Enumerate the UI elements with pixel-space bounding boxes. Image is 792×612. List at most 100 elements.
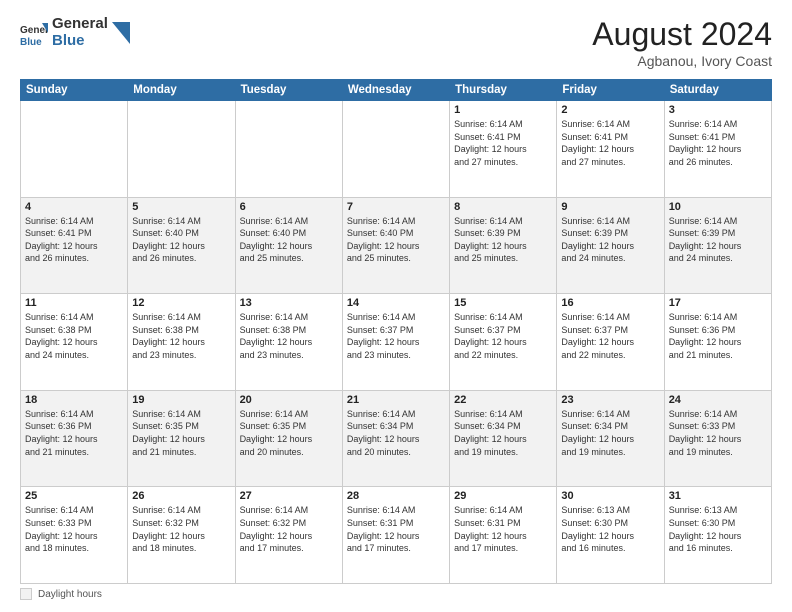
day-info: Sunrise: 6:14 AM Sunset: 6:41 PM Dayligh… [454, 118, 552, 168]
day-number: 5 [132, 201, 230, 213]
calendar-cell: 17Sunrise: 6:14 AM Sunset: 6:36 PM Dayli… [664, 294, 771, 391]
calendar-cell: 11Sunrise: 6:14 AM Sunset: 6:38 PM Dayli… [21, 294, 128, 391]
day-info: Sunrise: 6:14 AM Sunset: 6:39 PM Dayligh… [454, 215, 552, 265]
day-info: Sunrise: 6:14 AM Sunset: 6:38 PM Dayligh… [25, 311, 123, 361]
calendar-cell: 4Sunrise: 6:14 AM Sunset: 6:41 PM Daylig… [21, 197, 128, 294]
logo-icon: General Blue [20, 19, 48, 47]
title-block: August 2024 Agbanou, Ivory Coast [592, 16, 772, 69]
calendar-cell: 28Sunrise: 6:14 AM Sunset: 6:31 PM Dayli… [342, 487, 449, 584]
day-number: 20 [240, 394, 338, 406]
month-title: August 2024 [592, 16, 772, 53]
day-number: 27 [240, 490, 338, 502]
calendar-cell: 16Sunrise: 6:14 AM Sunset: 6:37 PM Dayli… [557, 294, 664, 391]
day-number: 29 [454, 490, 552, 502]
day-number: 18 [25, 394, 123, 406]
day-info: Sunrise: 6:13 AM Sunset: 6:30 PM Dayligh… [669, 504, 767, 554]
calendar-cell: 26Sunrise: 6:14 AM Sunset: 6:32 PM Dayli… [128, 487, 235, 584]
day-info: Sunrise: 6:14 AM Sunset: 6:40 PM Dayligh… [132, 215, 230, 265]
calendar-cell: 2 Sunrise: 6:14 AM Sunset: 6:41 PM Daylig… [557, 101, 664, 198]
calendar-cell [342, 101, 449, 198]
day-info: Sunrise: 6:14 AM Sunset: 6:37 PM Dayligh… [561, 311, 659, 361]
day-info: Sunrise: 6:14 AM Sunset: 6:38 PM Dayligh… [240, 311, 338, 361]
day-info: Sunrise: 6:14 AM Sunset: 6:34 PM Dayligh… [347, 408, 445, 458]
day-number: 17 [669, 297, 767, 309]
day-info: Sunrise: 6:14 AM Sunset: 6:41 PM Dayligh… [669, 118, 767, 168]
calendar-cell: 9 Sunrise: 6:14 AM Sunset: 6:39 PM Daylig… [557, 197, 664, 294]
calendar-cell: 7Sunrise: 6:14 AM Sunset: 6:40 PM Daylig… [342, 197, 449, 294]
calendar-week-row: 25 Sunrise: 6:14 AM Sunset: 6:33 PM Dayli… [21, 487, 772, 584]
col-friday: Friday [557, 80, 664, 101]
day-number: 12 [132, 297, 230, 309]
calendar-table: Sunday Monday Tuesday Wednesday Thursday… [20, 79, 772, 584]
calendar-cell: 24 Sunrise: 6:14 AM Sunset: 6:33 PM Dayli… [664, 390, 771, 487]
day-number: 21 [347, 394, 445, 406]
day-info: Sunrise: 6:14 AM Sunset: 6:31 PM Dayligh… [454, 504, 552, 554]
day-info: Sunrise: 6:14 AM Sunset: 6:37 PM Dayligh… [347, 311, 445, 361]
day-info: Sunrise: 6:14 AM Sunset: 6:39 PM Dayligh… [669, 215, 767, 265]
day-number: 26 [132, 490, 230, 502]
legend: Daylight hours [20, 588, 772, 600]
day-info: Sunrise: 6:14 AM Sunset: 6:41 PM Dayligh… [25, 215, 123, 265]
day-info: Sunrise: 6:14 AM Sunset: 6:41 PM Dayligh… [561, 118, 659, 168]
day-info: Sunrise: 6:14 AM Sunset: 6:40 PM Dayligh… [240, 215, 338, 265]
day-info: Sunrise: 6:14 AM Sunset: 6:40 PM Dayligh… [347, 215, 445, 265]
day-info: Sunrise: 6:14 AM Sunset: 6:38 PM Dayligh… [132, 311, 230, 361]
day-info: Sunrise: 6:14 AM Sunset: 6:37 PM Dayligh… [454, 311, 552, 361]
day-info: Sunrise: 6:14 AM Sunset: 6:32 PM Dayligh… [240, 504, 338, 554]
logo-general: General [52, 16, 108, 33]
day-info: Sunrise: 6:14 AM Sunset: 6:36 PM Dayligh… [25, 408, 123, 458]
calendar-cell: 21 Sunrise: 6:14 AM Sunset: 6:34 PM Dayli… [342, 390, 449, 487]
calendar-cell: 12 Sunrise: 6:14 AM Sunset: 6:38 PM Dayli… [128, 294, 235, 391]
day-number: 23 [561, 394, 659, 406]
calendar-cell: 5 Sunrise: 6:14 AM Sunset: 6:40 PM Daylig… [128, 197, 235, 294]
day-number: 31 [669, 490, 767, 502]
col-tuesday: Tuesday [235, 80, 342, 101]
calendar-cell: 15 Sunrise: 6:14 AM Sunset: 6:37 PM Dayli… [450, 294, 557, 391]
day-number: 25 [25, 490, 123, 502]
calendar-cell: 22Sunrise: 6:14 AM Sunset: 6:34 PM Dayli… [450, 390, 557, 487]
day-number: 19 [132, 394, 230, 406]
day-number: 9 [561, 201, 659, 213]
day-info: Sunrise: 6:14 AM Sunset: 6:33 PM Dayligh… [25, 504, 123, 554]
calendar-cell: 14 Sunrise: 6:14 AM Sunset: 6:37 PM Dayli… [342, 294, 449, 391]
calendar-cell: 6Sunrise: 6:14 AM Sunset: 6:40 PM Daylig… [235, 197, 342, 294]
logo-triangle-icon [112, 22, 130, 44]
calendar-cell: 19 Sunrise: 6:14 AM Sunset: 6:35 PM Dayli… [128, 390, 235, 487]
day-info: Sunrise: 6:14 AM Sunset: 6:33 PM Dayligh… [669, 408, 767, 458]
col-thursday: Thursday [450, 80, 557, 101]
day-number: 22 [454, 394, 552, 406]
day-info: Sunrise: 6:14 AM Sunset: 6:34 PM Dayligh… [561, 408, 659, 458]
calendar-week-row: 4Sunrise: 6:14 AM Sunset: 6:41 PM Daylig… [21, 197, 772, 294]
calendar-cell [128, 101, 235, 198]
day-number: 15 [454, 297, 552, 309]
calendar-cell: 10Sunrise: 6:14 AM Sunset: 6:39 PM Dayli… [664, 197, 771, 294]
legend-label: Daylight hours [38, 589, 102, 600]
calendar-cell: 3Sunrise: 6:14 AM Sunset: 6:41 PM Daylig… [664, 101, 771, 198]
day-info: Sunrise: 6:14 AM Sunset: 6:35 PM Dayligh… [132, 408, 230, 458]
svg-text:General: General [20, 25, 48, 36]
day-number: 1 [454, 104, 552, 116]
legend-box [20, 588, 32, 600]
day-info: Sunrise: 6:13 AM Sunset: 6:30 PM Dayligh… [561, 504, 659, 554]
day-info: Sunrise: 6:14 AM Sunset: 6:39 PM Dayligh… [561, 215, 659, 265]
location: Agbanou, Ivory Coast [592, 53, 772, 69]
day-number: 24 [669, 394, 767, 406]
logo: General Blue General Blue [20, 16, 130, 49]
calendar-cell: 30Sunrise: 6:13 AM Sunset: 6:30 PM Dayli… [557, 487, 664, 584]
col-wednesday: Wednesday [342, 80, 449, 101]
day-number: 14 [347, 297, 445, 309]
svg-text:Blue: Blue [20, 37, 42, 47]
calendar-cell: 27 Sunrise: 6:14 AM Sunset: 6:32 PM Dayli… [235, 487, 342, 584]
calendar-cell: 31 Sunrise: 6:13 AM Sunset: 6:30 PM Dayli… [664, 487, 771, 584]
day-number: 8 [454, 201, 552, 213]
header: General Blue General Blue August 2024 Ag… [20, 16, 772, 69]
calendar-cell [21, 101, 128, 198]
calendar-cell: 20 Sunrise: 6:14 AM Sunset: 6:35 PM Dayli… [235, 390, 342, 487]
calendar-cell: 1 Sunrise: 6:14 AM Sunset: 6:41 PM Daylig… [450, 101, 557, 198]
day-number: 13 [240, 297, 338, 309]
calendar-week-row: 1 Sunrise: 6:14 AM Sunset: 6:41 PM Daylig… [21, 101, 772, 198]
day-info: Sunrise: 6:14 AM Sunset: 6:31 PM Dayligh… [347, 504, 445, 554]
calendar-cell: 23 Sunrise: 6:14 AM Sunset: 6:34 PM Dayli… [557, 390, 664, 487]
day-number: 2 [561, 104, 659, 116]
day-info: Sunrise: 6:14 AM Sunset: 6:35 PM Dayligh… [240, 408, 338, 458]
